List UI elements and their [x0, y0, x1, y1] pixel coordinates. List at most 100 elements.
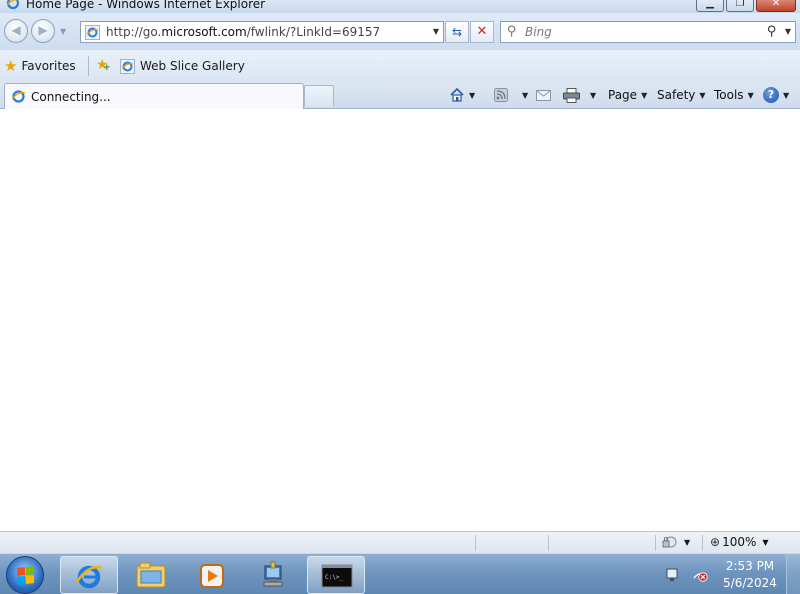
address-bar[interactable]: http://go.microsoft.com/fwlink/?LinkId=6… — [80, 21, 444, 43]
ie-page-icon — [85, 25, 100, 40]
url-prefix: http://go. — [106, 25, 162, 39]
window-title: Home Page - Windows Internet Explorer — [26, 0, 266, 11]
stop-button[interactable]: ✕ — [470, 21, 494, 43]
security-zone-icon — [662, 536, 677, 548]
maximize-button[interactable]: ❐ — [726, 0, 754, 12]
status-divider — [655, 535, 656, 551]
zoom-dropdown-icon[interactable]: ▼ — [762, 538, 768, 547]
rss-feed-icon — [494, 88, 508, 102]
url-domain: microsoft.com — [161, 25, 247, 39]
svg-text:C:\>_: C:\>_ — [325, 574, 343, 581]
taskbar-command-prompt[interactable]: C:\>_ — [307, 556, 365, 594]
home-button[interactable]: ▼ — [449, 85, 475, 105]
system-clock[interactable]: 2:53 PM 5/6/2024 — [718, 558, 782, 592]
search-go-icon[interactable]: ⚲ — [767, 24, 777, 39]
favorites-button[interactable]: ★ Favorites — [4, 56, 76, 76]
status-divider — [702, 535, 703, 551]
print-dropdown-icon[interactable]: ▼ — [590, 91, 596, 100]
back-button[interactable]: ◀ — [4, 19, 28, 43]
tab-connecting[interactable]: Connecting... — [4, 83, 304, 109]
ie-logo-icon — [6, 0, 20, 10]
favorites-star-icon: ★ — [4, 57, 18, 75]
close-button[interactable]: ✕ — [756, 0, 796, 12]
command-bar: Connecting... ▼ ▼ ▼ Page ▼ Safety ▼ Tool… — [0, 82, 800, 109]
compatibility-refresh-button[interactable]: ⇆ — [445, 21, 469, 43]
url-suffix: /fwlink/?LinkId=69157 — [246, 25, 381, 39]
page-content[interactable] — [0, 110, 800, 531]
status-divider — [548, 535, 549, 551]
ie-page-icon — [120, 58, 135, 74]
mail-icon — [536, 89, 551, 101]
status-divider — [475, 535, 476, 551]
tools-menu[interactable]: Tools ▼ — [714, 85, 754, 105]
ie-loading-icon — [11, 90, 26, 103]
forward-button[interactable]: ▶ — [31, 19, 55, 43]
close-icon: ✕ — [771, 0, 781, 9]
internet-explorer-icon — [75, 565, 103, 589]
safety-menu[interactable]: Safety ▼ — [657, 85, 706, 105]
navigation-bar: ◀ ▶ ▼ http://go.microsoft.com/fwlink/?Li… — [0, 13, 800, 50]
printer-icon — [563, 87, 580, 103]
read-mail-button[interactable] — [536, 85, 551, 105]
notification-area — [664, 566, 720, 582]
show-desktop-button[interactable] — [786, 554, 800, 594]
minimize-button[interactable]: ▁ — [696, 0, 724, 12]
home-dropdown-icon[interactable]: ▼ — [469, 91, 475, 100]
print-button[interactable]: ▼ — [563, 85, 596, 105]
taskbar: C:\>_ 2:53 PM 5/6/2024 — [0, 553, 800, 594]
safety-menu-dropdown-icon: ▼ — [699, 90, 706, 100]
feeds-button[interactable]: ▼ — [494, 85, 528, 105]
help-button[interactable]: ? ▼ — [763, 85, 789, 105]
web-slice-gallery-label: Web Slice Gallery — [140, 59, 245, 73]
new-tab-button[interactable] — [304, 85, 334, 107]
tools-menu-dropdown-icon: ▼ — [747, 90, 754, 100]
page-menu-label: Page — [608, 88, 638, 102]
taskbar-internet-explorer[interactable] — [60, 556, 118, 594]
taskbar-media-player[interactable] — [184, 556, 242, 594]
search-box[interactable]: ⚲ Bing ⚲ ▼ — [500, 21, 796, 43]
page-menu[interactable]: Page ▼ — [608, 85, 647, 105]
home-icon — [450, 87, 464, 102]
help-dropdown-icon: ▼ — [783, 90, 790, 100]
search-options-dropdown[interactable]: ▼ — [785, 27, 791, 36]
forward-arrow-icon: ▶ — [38, 23, 48, 37]
media-player-icon — [200, 564, 224, 588]
zoom-magnifier-icon: ⊕ — [710, 535, 721, 549]
windows-logo-icon — [17, 566, 34, 585]
page-menu-dropdown-icon: ▼ — [641, 90, 648, 100]
address-url: http://go.microsoft.com/fwlink/?LinkId=6… — [106, 25, 380, 39]
web-slice-gallery-link[interactable]: Web Slice Gallery — [120, 56, 245, 76]
search-provider-icon: ⚲ — [507, 24, 517, 39]
action-center-flag-icon[interactable] — [664, 566, 682, 582]
help-icon: ? — [763, 87, 779, 103]
zone-dropdown-icon[interactable]: ▼ — [684, 538, 690, 547]
command-prompt-icon: C:\>_ — [321, 564, 353, 588]
zoom-level: 100% — [722, 535, 757, 549]
start-button[interactable] — [6, 556, 44, 594]
tools-menu-label: Tools — [714, 88, 744, 102]
status-bar: ▼ ⊕ 100% ▼ — [0, 531, 800, 553]
safety-menu-label: Safety — [657, 88, 696, 102]
refresh-icon: ⇆ — [451, 25, 463, 39]
recent-pages-dropdown[interactable]: ▼ — [60, 27, 66, 36]
search-placeholder: Bing — [525, 25, 552, 39]
maximize-icon: ❐ — [735, 0, 745, 9]
stop-icon: ✕ — [476, 24, 488, 39]
feeds-dropdown-icon[interactable]: ▼ — [522, 91, 528, 100]
add-to-favorites-bar-button[interactable]: ★ + — [96, 57, 111, 73]
zoom-control[interactable]: ⊕ 100% ▼ — [710, 535, 769, 549]
tab-label: Connecting... — [31, 90, 111, 104]
favorites-bar: ★ Favorites ★ + Web Slice Gallery — [0, 50, 800, 82]
network-disconnected-icon[interactable] — [692, 566, 710, 582]
taskbar-network-app[interactable] — [245, 556, 303, 594]
minimize-icon: ▁ — [706, 0, 714, 9]
taskbar-windows-explorer[interactable] — [122, 556, 180, 594]
network-computer-icon — [263, 561, 283, 587]
clock-date: 5/6/2024 — [723, 576, 777, 590]
protected-mode-zone[interactable]: ▼ — [662, 535, 690, 549]
window-controls: ▁ ❐ ✕ — [694, 0, 796, 12]
address-dropdown-icon[interactable]: ▼ — [433, 27, 439, 36]
clock-time: 2:53 PM — [725, 559, 775, 573]
favorites-separator — [88, 56, 89, 76]
back-arrow-icon: ◀ — [11, 23, 21, 37]
